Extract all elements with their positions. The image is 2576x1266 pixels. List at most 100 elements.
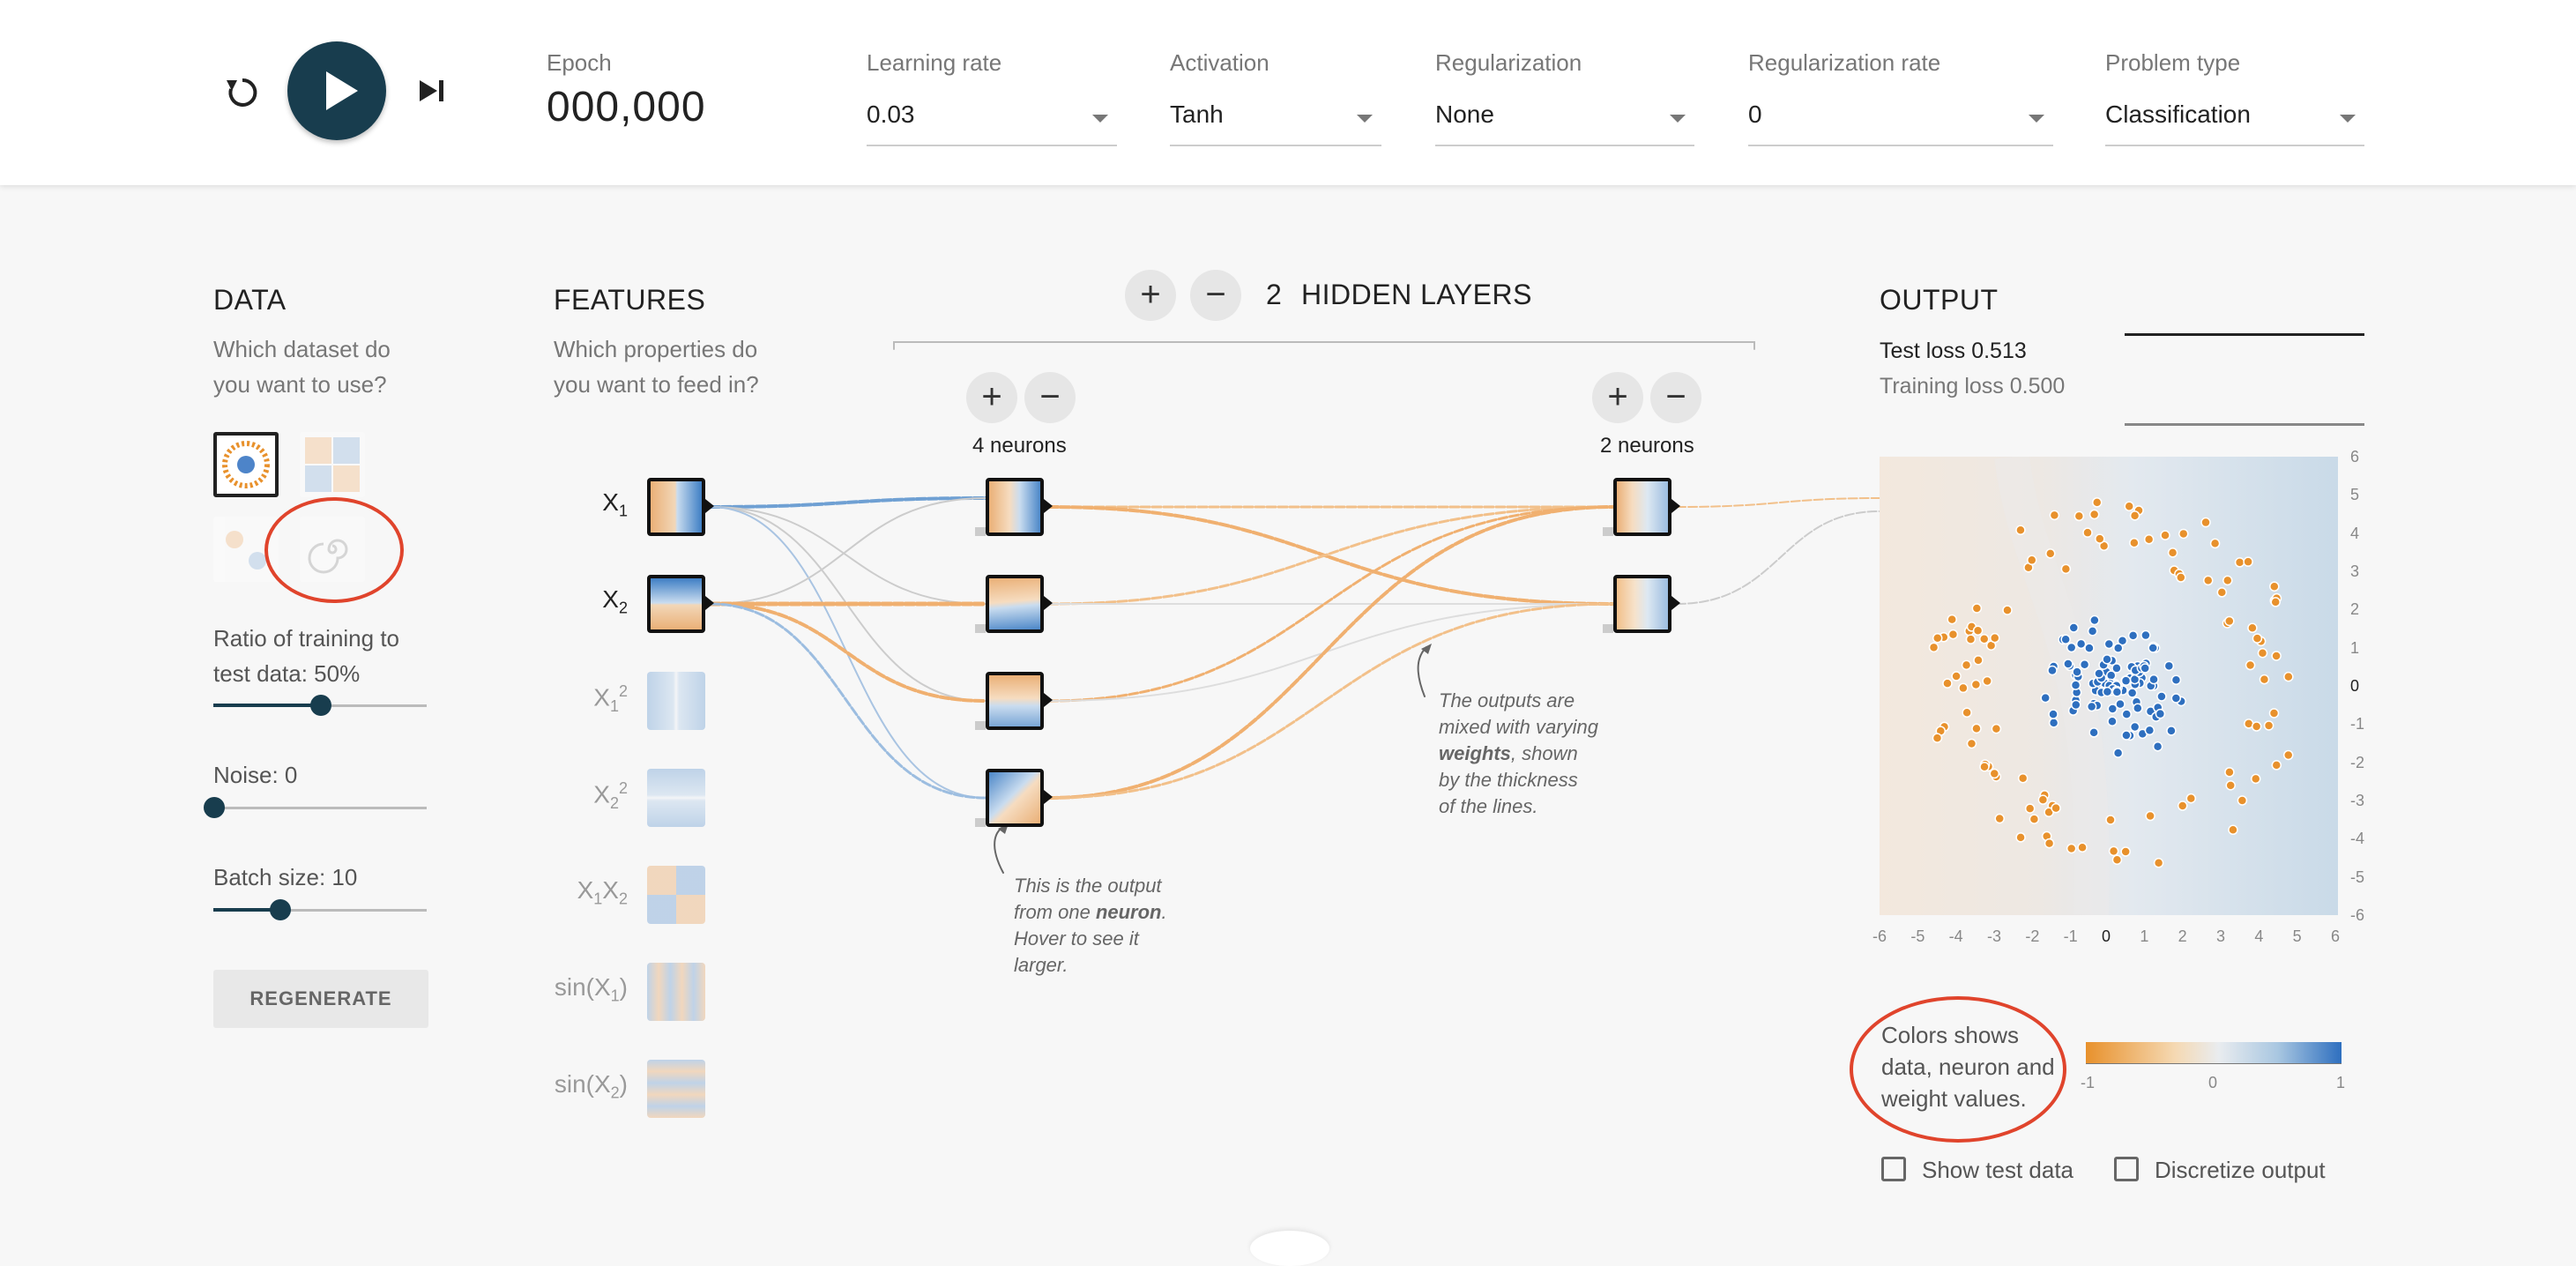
- neuron-l1-2[interactable]: [986, 575, 1044, 633]
- data-point: [2140, 663, 2150, 674]
- show-test-data-label[interactable]: Show test data: [1922, 1157, 2073, 1184]
- remove-neuron-layer2-button[interactable]: −: [1650, 372, 1701, 423]
- x-tick-label: 1: [2140, 927, 2149, 945]
- node-output-triangle: [705, 596, 714, 610]
- discretize-output-checkbox[interactable]: [2114, 1157, 2139, 1181]
- data-point: [2144, 725, 2155, 736]
- training-loss: Training loss 0.500: [1880, 374, 2066, 398]
- add-layer-button[interactable]: +: [1125, 270, 1176, 321]
- plus-icon: +: [1140, 275, 1161, 314]
- feature-node-sin-x2[interactable]: [647, 1060, 705, 1118]
- data-point: [1973, 655, 1984, 666]
- x-tick-label: -2: [2025, 927, 2040, 945]
- data-point: [2129, 510, 2140, 521]
- data-point: [2270, 597, 2281, 607]
- feature-node-sin-x1[interactable]: [647, 963, 705, 1021]
- data-point: [2237, 795, 2248, 806]
- scale-max-label: 1: [2336, 1074, 2346, 1091]
- y-tick-label: -3: [2350, 792, 2365, 809]
- data-point: [2224, 767, 2235, 778]
- data-point: [2152, 741, 2163, 752]
- neuron-l1-3[interactable]: [986, 672, 1044, 730]
- data-point: [2060, 634, 2071, 644]
- data-point: [2095, 533, 2105, 544]
- neuron-l2-2[interactable]: [1613, 575, 1671, 633]
- data-point: [2073, 510, 2085, 522]
- data-point: [1972, 625, 1984, 637]
- output-title: OUTPUT: [1880, 284, 1999, 316]
- y-tick-label: -1: [2350, 715, 2365, 734]
- neuron-l1-4[interactable]: [986, 769, 1044, 827]
- data-point: [1990, 632, 2000, 644]
- discretize-output-label[interactable]: Discretize output: [2155, 1157, 2326, 1184]
- data-point: [2126, 688, 2138, 698]
- feature-node-x2-squared[interactable]: [647, 769, 705, 827]
- y-tick-label: -5: [2350, 868, 2365, 886]
- add-neuron-layer2-button[interactable]: +: [1592, 372, 1643, 423]
- feature-node-x1[interactable]: [647, 478, 705, 536]
- data-point: [1958, 682, 1969, 694]
- feature-node-x1x2[interactable]: [647, 866, 705, 924]
- data-point: [2077, 842, 2088, 853]
- add-neuron-layer1-button[interactable]: +: [966, 372, 1017, 423]
- data-point: [2257, 647, 2268, 659]
- y-tick-label: 6: [2350, 448, 2360, 465]
- data-point: [2166, 726, 2177, 736]
- minus-icon: −: [1039, 377, 1061, 416]
- feature-label-sin-x1: sin(X1): [554, 973, 628, 1005]
- data-point: [1994, 813, 2005, 824]
- x-tick-label: -4: [1948, 927, 1963, 945]
- data-point: [2127, 630, 2139, 641]
- data-point: [2129, 721, 2140, 733]
- data-point: [2086, 701, 2097, 712]
- data-point: [2079, 659, 2090, 670]
- data-point: [2017, 772, 2029, 784]
- decision-boundary-plot: [1880, 457, 2338, 915]
- data-point: [2094, 668, 2104, 679]
- data-point: [2089, 614, 2100, 626]
- neuron-l2-1[interactable]: [1613, 478, 1671, 536]
- node-output-triangle: [1044, 596, 1053, 610]
- data-point: [2045, 548, 2056, 559]
- data-point: [2167, 547, 2178, 558]
- feature-label-x2: X2: [602, 585, 628, 617]
- data-point: [1947, 614, 1957, 625]
- data-point: [2048, 709, 2059, 719]
- feature-node-x2[interactable]: [647, 575, 705, 633]
- link: [709, 602, 987, 703]
- data-point: [1928, 642, 1939, 653]
- data-point: [2107, 716, 2118, 727]
- layer1-neuron-count: 4 neurons: [972, 434, 1067, 458]
- weights-annotation: The outputs are mixed with varying weigh…: [1439, 689, 1598, 817]
- node-output-triangle: [1044, 790, 1053, 804]
- node-output-triangle: [1671, 596, 1680, 610]
- show-test-data-checkbox[interactable]: [1881, 1157, 1906, 1181]
- data-point: [2063, 659, 2073, 669]
- hidden-layers-title: HIDDEN LAYERS: [1301, 279, 1532, 310]
- link: [709, 602, 987, 800]
- data-point: [2105, 815, 2116, 825]
- data-point: [2283, 671, 2294, 682]
- feature-label-x1: X1: [602, 488, 628, 520]
- data-point: [2216, 587, 2228, 598]
- data-point: [2112, 748, 2124, 758]
- remove-layer-button[interactable]: −: [1190, 270, 1241, 321]
- data-point: [2140, 629, 2151, 641]
- data-point: [2224, 615, 2235, 627]
- data-point: [1942, 678, 1953, 689]
- data-point: [2103, 638, 2115, 650]
- node-output-triangle: [1044, 499, 1053, 513]
- data-point: [2015, 525, 2026, 536]
- data-point: [1962, 707, 1972, 719]
- neuron-l1-1[interactable]: [986, 478, 1044, 536]
- test-loss-chart: [2125, 333, 2364, 336]
- scroll-hint: [1250, 1231, 1329, 1266]
- remove-neuron-layer1-button[interactable]: −: [1024, 372, 1076, 423]
- data-point: [2222, 575, 2233, 586]
- minus-icon: −: [1205, 275, 1226, 314]
- feature-label-x2-squared: X22: [593, 779, 628, 812]
- x-tick-label: 2: [2178, 927, 2187, 945]
- feature-label-x1-squared: X12: [593, 682, 628, 715]
- data-point: [2163, 660, 2175, 672]
- feature-node-x1-squared[interactable]: [647, 672, 705, 730]
